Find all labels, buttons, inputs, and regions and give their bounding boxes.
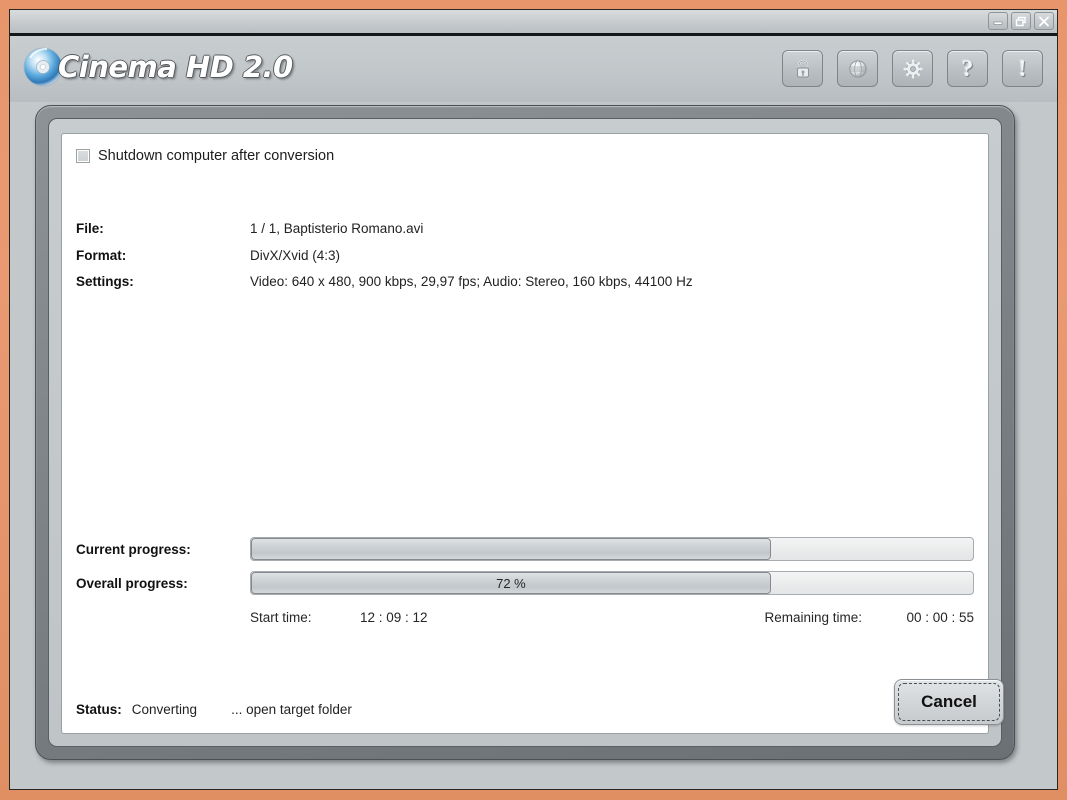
job-info-row-settings: Settings: Video: 640 x 480, 900 kbps, 29…	[76, 274, 693, 301]
status-value: Converting	[131, 702, 198, 717]
brand-toolbar: Cinema HD 2.0 ? !	[10, 36, 1057, 102]
format-label: Format:	[76, 247, 127, 263]
settings-label: Settings:	[76, 274, 134, 289]
restore-button[interactable]	[1011, 12, 1031, 30]
file-value: 1 / 1, Baptisterio Romano.avi	[250, 221, 424, 236]
current-progress-row: Current progress:	[76, 532, 974, 566]
shutdown-checkbox-row[interactable]: Shutdown computer after conversion	[76, 148, 334, 164]
window-controls	[988, 12, 1054, 30]
remaining-time-value: 00 : 00 : 55	[906, 610, 974, 625]
shutdown-checkbox-label: Shutdown computer after conversion	[98, 148, 335, 164]
info-icon: !	[1018, 56, 1027, 81]
settings-value: Video: 640 x 480, 900 kbps, 29,97 fps; A…	[250, 274, 693, 289]
app-logo: Cinema HD 2.0	[22, 44, 293, 90]
overall-progress-label: Overall progress:	[76, 575, 188, 591]
time-row: Start time: 12 : 09 : 12 Remaining time:…	[250, 610, 974, 630]
open-target-folder-link[interactable]: ... open target folder	[231, 702, 352, 717]
globe-icon	[848, 59, 867, 78]
title-bar	[10, 10, 1057, 36]
globe-button[interactable]	[837, 50, 878, 87]
toolbar: ? !	[782, 50, 1043, 87]
overall-progress-text: 72 %	[496, 575, 526, 591]
conversion-panel: Shutdown computer after conversion File:…	[61, 133, 1004, 734]
application-window: Cinema HD 2.0 ? ! Shutdown computer afte…	[9, 9, 1058, 790]
job-info-row-format: Format: DivX/Xvid (4:3)	[76, 248, 693, 275]
help-icon: ?	[961, 56, 974, 81]
gear-icon	[902, 58, 923, 79]
cancel-button-focus-ring: Cancel	[898, 683, 1000, 721]
minimize-icon	[993, 21, 1003, 25]
restore-icon	[1015, 16, 1026, 26]
application-window-frame: Cinema HD 2.0 ? ! Shutdown computer afte…	[0, 0, 1067, 800]
shutdown-checkbox[interactable]	[76, 149, 90, 163]
remaining-time-label: Remaining time:	[764, 610, 862, 625]
file-label: File:	[76, 221, 104, 236]
cancel-button[interactable]: Cancel	[894, 679, 1004, 725]
start-time-value: 12 : 09 : 12	[360, 610, 428, 625]
overall-progress-bar: 72 %	[250, 571, 974, 595]
current-progress-bar	[250, 537, 974, 561]
lock-icon	[796, 59, 809, 77]
start-time-label: Start time:	[250, 610, 312, 625]
app-logo-text: Cinema HD 2.0	[58, 50, 293, 84]
status-row: Status: Converting ... open target folde…	[76, 702, 352, 717]
minimize-button[interactable]	[988, 12, 1008, 30]
info-button[interactable]: !	[1002, 50, 1043, 87]
progress-section: Current progress: Overall progress: 72 %	[76, 532, 974, 630]
overall-progress-row: Overall progress: 72 %	[76, 566, 974, 600]
content-bezel-inner: Shutdown computer after conversion File:…	[48, 118, 1004, 747]
job-info: File: 1 / 1, Baptisterio Romano.avi Form…	[76, 221, 693, 301]
current-progress-label: Current progress:	[76, 541, 191, 557]
help-button[interactable]: ?	[947, 50, 988, 87]
content-bezel: Shutdown computer after conversion File:…	[35, 105, 1015, 760]
status-label: Status:	[76, 702, 122, 717]
close-icon	[1039, 16, 1049, 26]
format-value: DivX/Xvid (4:3)	[250, 247, 341, 263]
current-progress-text	[251, 538, 771, 560]
close-button[interactable]	[1034, 12, 1054, 30]
cancel-button-label: Cancel	[921, 692, 977, 711]
lock-button[interactable]	[782, 50, 823, 87]
settings-button[interactable]	[892, 50, 933, 87]
job-info-row-file: File: 1 / 1, Baptisterio Romano.avi	[76, 221, 693, 248]
